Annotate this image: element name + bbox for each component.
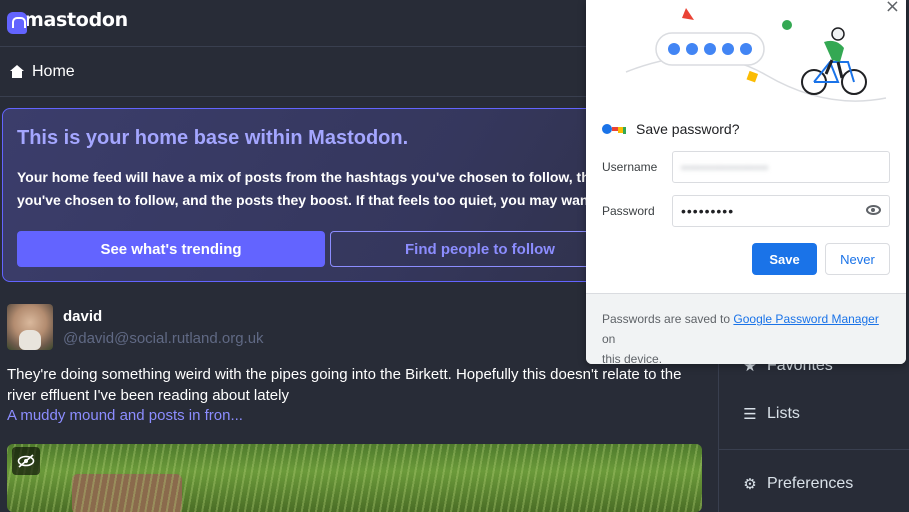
eye-slash-icon <box>17 454 35 468</box>
grass-texture <box>7 444 702 512</box>
post-handle[interactable]: @david@social.rutland.org.uk <box>63 330 264 347</box>
sidebar-divider <box>719 449 909 450</box>
username-label: Username <box>602 160 658 174</box>
gear-icon: ⚙ <box>743 476 757 493</box>
sidebar-item-label: Preferences <box>767 475 854 492</box>
sidebar-item-lists[interactable]: ☰ Lists <box>741 405 800 423</box>
save-button[interactable]: Save <box>752 243 817 275</box>
sidebar-item-preferences[interactable]: ⚙ Preferences <box>741 475 853 493</box>
save-password-dialog: × Save password? Username ••••••••••••••… <box>586 0 906 364</box>
username-field[interactable]: •••••••••••••••••• <box>672 151 890 183</box>
home-icon <box>10 65 24 78</box>
banner-actions: See what's trending Find people to follo… <box>17 231 630 267</box>
username-value: •••••••••••••••••• <box>681 159 769 175</box>
post-content: They're doing something weird with the p… <box>7 366 682 404</box>
avatar[interactable] <box>7 304 53 350</box>
key-icon <box>602 123 626 135</box>
mastodon-logo[interactable]: mastodon <box>7 9 128 34</box>
password-value: ••••••••• <box>681 203 735 219</box>
close-icon[interactable]: × <box>885 0 900 17</box>
dialog-header: Save password? <box>602 121 740 137</box>
footer-text: Passwords are saved to <box>602 312 734 326</box>
eye-icon[interactable] <box>866 205 881 215</box>
post-display-name[interactable]: david <box>63 308 102 325</box>
column-title: Home <box>32 62 75 80</box>
post-media-image[interactable] <box>7 444 702 512</box>
post-link[interactable]: A muddy mound and posts in fron... <box>7 407 243 424</box>
footer-text: this device. <box>602 352 663 364</box>
logo-text: mastodon <box>24 9 128 31</box>
find-people-button[interactable]: Find people to follow <box>330 231 630 267</box>
dialog-title: Save password? <box>636 121 740 137</box>
sidebar-item-label: Lists <box>767 405 800 422</box>
dialog-footer: Passwords are saved to Google Password M… <box>586 293 906 364</box>
password-label: Password <box>602 204 655 218</box>
never-button[interactable]: Never <box>825 243 890 275</box>
cyclist-illustration <box>625 8 887 102</box>
footer-text: on <box>602 332 616 346</box>
list-icon: ☰ <box>743 406 757 423</box>
password-field[interactable]: ••••••••• <box>672 195 890 227</box>
password-manager-link[interactable]: Google Password Manager <box>733 312 878 326</box>
see-trending-button[interactable]: See what's trending <box>17 231 325 267</box>
hide-media-button[interactable] <box>12 447 40 475</box>
mastodon-logo-icon <box>7 12 27 34</box>
